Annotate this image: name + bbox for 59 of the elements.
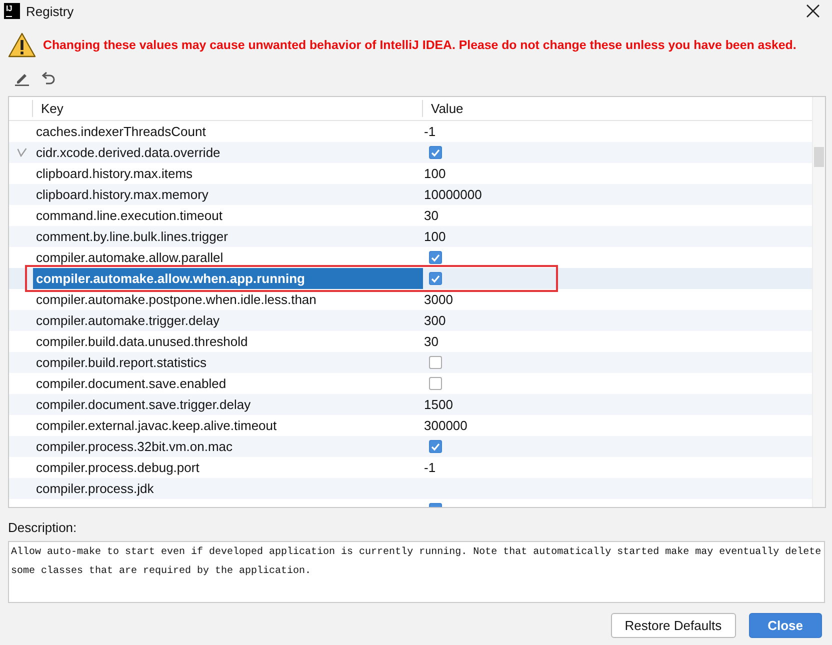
undo-icon[interactable] [40, 70, 56, 86]
table-row[interactable]: compiler.process.jdk [9, 478, 812, 499]
key-cell-text: clipboard.history.max.items [35, 165, 194, 183]
key-cell-text: caches.indexerThreadsCount [35, 123, 207, 141]
table-row[interactable]: compiler.automake.allow.when.app.running [9, 268, 812, 289]
checkbox[interactable] [429, 251, 442, 264]
value-cell: 1500 [424, 397, 453, 412]
restore-defaults-button[interactable]: Restore Defaults [610, 613, 736, 638]
key-cell-text: command.line.execution.timeout [35, 207, 224, 225]
checkbox[interactable] [429, 377, 442, 390]
table-row[interactable]: cidr.xcode.derived.data.override [9, 142, 812, 163]
key-cell-text: compiler.automake.postpone.when.idle.less.than [35, 291, 318, 309]
scrollbar-thumb[interactable] [814, 147, 824, 167]
value-cell: 100 [424, 166, 446, 181]
table-row[interactable]: compiler.document.save.trigger.delay 1500 [9, 394, 812, 415]
key-cell-text: compiler.process.jdk [35, 480, 155, 498]
table-row[interactable]: compiler.build.report.statistics [9, 352, 812, 373]
close-button[interactable]: Close [748, 613, 822, 638]
table-row[interactable]: comment.by.line.bulk.lines.trigger 100 [9, 226, 812, 247]
close-icon[interactable] [806, 4, 820, 18]
checkbox[interactable] [429, 272, 442, 285]
value-cell: 100 [424, 229, 446, 244]
value-cell: 30 [424, 334, 438, 349]
value-cell: -1 [424, 124, 436, 139]
key-cell-text: compiler.build.data.unused.threshold [35, 333, 249, 351]
value-cell: -1 [424, 460, 436, 475]
app-logo: IJ [4, 3, 20, 19]
checkbox[interactable] [429, 503, 442, 507]
key-cell-text: compiler.automake.allow.parallel [35, 249, 224, 267]
table-row[interactable]: compiler.process.32bit.vm.on.mac [9, 436, 812, 457]
value-cell: 300 [424, 313, 446, 328]
checkbox[interactable] [429, 440, 442, 453]
scrollbar[interactable] [812, 97, 825, 507]
description-label: Description: [8, 520, 78, 536]
key-cell-text: compiler.document.save.trigger.delay [35, 396, 252, 414]
key-cell-text: compiler.process.debug.port [35, 459, 200, 477]
key-cell-text: compiler.build.report.statistics [35, 354, 208, 372]
key-cell-text: clipboard.history.max.memory [35, 186, 210, 204]
key-cell: compiler.automake.allow.when.app.running [33, 268, 423, 289]
checkbox[interactable] [429, 146, 442, 159]
column-header[interactable]: Value [431, 101, 464, 116]
key-cell-text: compiler.document.save.enabled [35, 375, 228, 393]
key-cell-text: comment.by.line.bulk.lines.trigger [35, 228, 229, 246]
key-cell-text: cidr.xcode.derived.data.override [35, 144, 222, 162]
value-cell: 300000 [424, 418, 468, 433]
checkbox[interactable] [429, 356, 442, 369]
table-row[interactable]: clipboard.history.max.memory 10000000 [9, 184, 812, 205]
table-row[interactable]: compiler.automake.trigger.delay 300 [9, 310, 812, 331]
key-cell-text: compiler.external.javac.keep.alive.timeout [35, 417, 278, 435]
key-cell-text: compiler.process.32bit.vm.on.mac [35, 438, 234, 456]
warning-text: Changing these values may cause unwanted behavior of IntelliJ IDEA. Please do not change these unless you have been asked. [43, 38, 796, 52]
value-cell: 10000000 [424, 187, 482, 202]
key-cell-text: compiler.automake.trigger.delay [35, 312, 221, 330]
warning-icon [8, 32, 36, 58]
window-title: Registry [26, 4, 75, 18]
column-header[interactable]: Key [41, 101, 64, 116]
description-text: Allow auto-make to start even if developed application is currently running. Note that automatically started make may eventually delete some classes that are required by the application. [8, 541, 825, 603]
value-cell: 3000 [424, 292, 453, 307]
value-cell: 30 [424, 208, 438, 223]
